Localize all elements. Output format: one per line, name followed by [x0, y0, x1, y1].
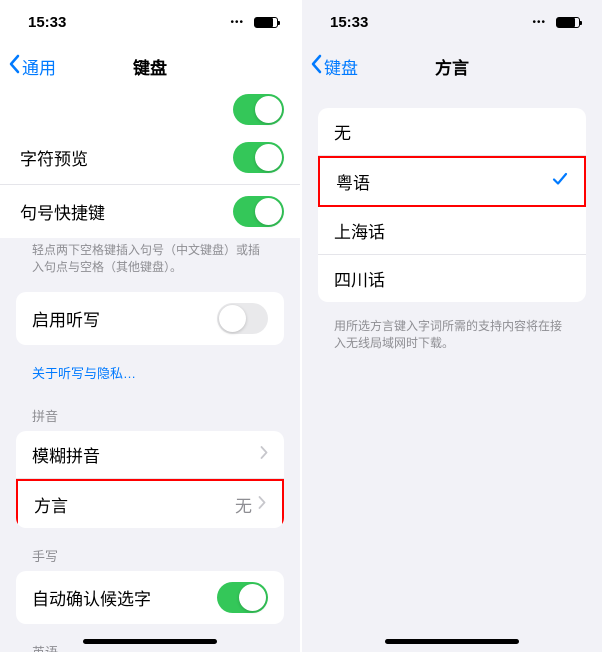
status-icons: •••: [230, 13, 278, 31]
status-time: 15:33: [330, 14, 368, 31]
toggle[interactable]: [233, 94, 284, 125]
option-label: 无: [334, 119, 351, 144]
row-label: 方言: [34, 492, 68, 517]
back-button[interactable]: 通用: [8, 54, 56, 79]
row-label: 字符预览: [20, 145, 88, 170]
row-label: 自动确认候选字: [32, 585, 151, 610]
toggle[interactable]: [217, 582, 268, 613]
nav-bar: 通用 键盘: [0, 44, 300, 88]
battery-icon: [254, 17, 278, 28]
cellular-icon: •••: [230, 17, 244, 28]
toggle[interactable]: [217, 303, 268, 334]
settings-group: 模糊拼音方言 无: [16, 431, 284, 528]
option-label: 四川话: [334, 266, 385, 291]
row-value: 无: [235, 492, 252, 517]
settings-row[interactable]: 模糊拼音: [16, 431, 284, 479]
back-label: 键盘: [324, 54, 358, 79]
option-row[interactable]: 无: [318, 108, 586, 156]
chevron-right-icon: [260, 444, 268, 464]
status-time: 15:33: [28, 14, 66, 31]
section-header: 手写: [0, 540, 300, 571]
settings-row[interactable]: 自动确认候选字: [16, 571, 284, 624]
status-bar: 15:33 •••: [302, 0, 602, 44]
back-label: 通用: [22, 54, 56, 79]
option-row[interactable]: 四川话: [318, 255, 586, 302]
option-row[interactable]: 粤语: [318, 156, 586, 207]
page-title: 键盘: [133, 54, 167, 79]
nav-bar: 键盘 方言: [302, 44, 602, 88]
toggle[interactable]: [233, 196, 284, 227]
settings-row[interactable]: 句号快捷键: [0, 185, 300, 238]
option-row[interactable]: 上海话: [318, 207, 586, 255]
section-header: 拼音: [0, 400, 300, 431]
row-label: 启用听写: [32, 306, 100, 331]
checkmark-icon: [552, 171, 568, 192]
settings-row[interactable]: 启用听写: [16, 292, 284, 345]
row-label: 模糊拼音: [32, 442, 100, 467]
option-label: 粤语: [336, 169, 370, 194]
settings-row[interactable]: 字符预览: [0, 131, 300, 185]
chevron-right-icon: [258, 494, 266, 514]
settings-group: 启用听写: [16, 292, 284, 345]
partial-row: [0, 88, 300, 131]
back-button[interactable]: 键盘: [310, 54, 358, 79]
footer-text: 轻点两下空格键插入句号（中文键盘）或插入句点与空格（其他键盘）。: [0, 238, 300, 292]
battery-icon: [556, 17, 580, 28]
row-label: 句号快捷键: [20, 199, 105, 224]
options-group: 无粤语上海话四川话: [318, 108, 586, 302]
page-title: 方言: [435, 54, 469, 79]
settings-row[interactable]: 方言 无: [16, 479, 284, 528]
home-indicator[interactable]: [83, 639, 217, 644]
status-bar: 15:33 •••: [0, 0, 300, 44]
toggle[interactable]: [233, 142, 284, 173]
status-icons: •••: [532, 13, 580, 31]
privacy-link[interactable]: 关于听写与隐私…: [0, 357, 300, 400]
settings-group: 字符预览句号快捷键: [0, 131, 300, 238]
cellular-icon: •••: [532, 17, 546, 28]
chevron-left-icon: [310, 54, 322, 79]
settings-group: 自动确认候选字: [16, 571, 284, 624]
footer-text: 用所选方言键入字词所需的支持内容将在接入无线局域网时下载。: [302, 314, 602, 368]
home-indicator[interactable]: [385, 639, 519, 644]
chevron-left-icon: [8, 54, 20, 79]
option-label: 上海话: [334, 218, 385, 243]
